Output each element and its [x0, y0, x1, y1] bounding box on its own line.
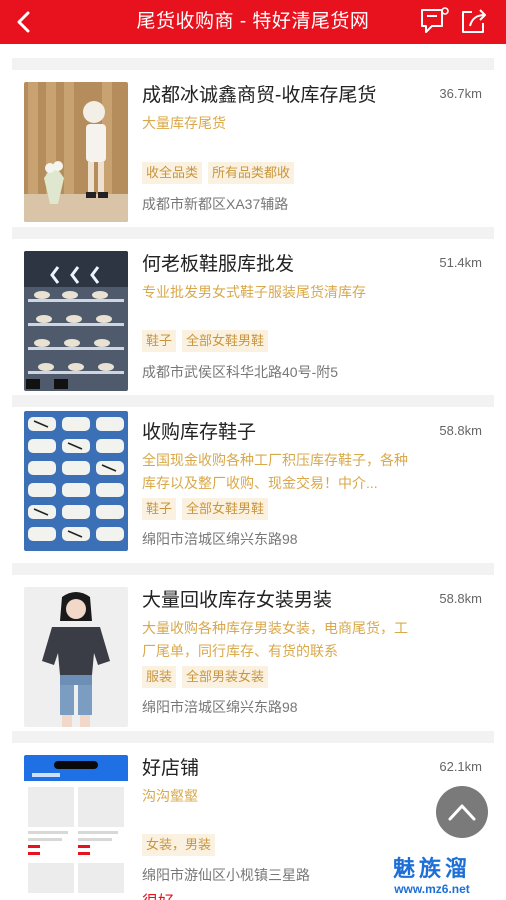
listing-name: 好店铺 [142, 758, 200, 779]
listing-tags: 鞋子 全部女鞋男鞋 [142, 330, 269, 352]
listing-tag: 鞋子 [142, 330, 177, 352]
listing-description: 大量库存尾货 [142, 115, 226, 131]
listing-distance: 58.8km [439, 591, 482, 606]
list-item[interactable]: 成都冰诚鑫商贸-收库存尾货 36.7km 大量库存尾货 收全品类 所有品类都收 … [12, 70, 494, 227]
list-divider [12, 58, 494, 70]
listing-address: 绵阳市涪城区绵兴东路98 [142, 699, 298, 715]
listing-description: 专业批发男女式鞋子服装尾货清库存 [142, 284, 366, 300]
listing-tag: 全部女鞋男鞋 [182, 498, 269, 520]
listing-description: 沟沟壑壑 [142, 788, 198, 804]
listing-tag: 服装 [142, 666, 177, 688]
watermark: 魅族溜 www.mz6.net [372, 856, 492, 896]
list-divider [12, 227, 494, 239]
share-button[interactable] [458, 6, 490, 36]
listing-tag: 女装，男装 [142, 834, 216, 856]
list-item[interactable]: 大量回收库存女装男装 58.8km 大量收购各种库存男装女装，电商尾货，工厂尾单… [12, 575, 494, 731]
share-icon [462, 9, 486, 33]
listing-name: 何老板鞋服库批发 [142, 254, 295, 275]
listing-description: 全国现金收购各种工厂积压库存鞋子，各种库存以及整厂收购、现金交易！中介... [142, 452, 408, 491]
listing-tag: 鞋子 [142, 498, 177, 520]
listing-thumbnail [24, 251, 128, 391]
listing-distance: 62.1km [439, 759, 482, 774]
listing-description: 大量收购各种库存男装女装，电商尾货，工厂尾单，同行库存、有货的联系 [142, 620, 408, 659]
list-divider [12, 563, 494, 575]
listing-address: 成都市武侯区科华北路40号-附5 [142, 364, 339, 380]
listing-thumbnail [24, 587, 128, 727]
partial-listing-text: 很好 [142, 888, 174, 900]
list-divider [12, 395, 494, 407]
listing-tags: 收全品类 所有品类都收 [142, 162, 295, 184]
listing-thumbnail [24, 82, 128, 222]
top-bar: 尾货收购商 - 特好清尾货网 [0, 0, 506, 44]
listing-tags: 服装 全部男装女装 [142, 666, 269, 688]
watermark-text: 魅族溜 [392, 856, 471, 881]
listing-tag: 全部女鞋男鞋 [182, 330, 269, 352]
listing-tag: 全部男装女装 [182, 666, 269, 688]
listing-tag: 收全品类 [142, 162, 203, 184]
list-item[interactable]: 收购库存鞋子 58.8km 全国现金收购各种工厂积压库存鞋子，各种库存以及整厂收… [12, 407, 494, 563]
list-item[interactable]: 何老板鞋服库批发 51.4km 专业批发男女式鞋子服装尾货清库存 鞋子 全部女鞋… [12, 239, 494, 395]
list-divider [12, 731, 494, 743]
chevron-up-icon [448, 804, 476, 821]
scroll-to-top-button[interactable] [436, 786, 488, 838]
listing-tag: 所有品类都收 [208, 162, 295, 184]
listing-address: 成都市新都区XA37辅路 [142, 196, 289, 212]
listing-distance: 58.8km [439, 423, 482, 438]
listing-thumbnail [24, 411, 128, 551]
watermark-url: www.mz6.net [394, 882, 470, 896]
listing-distance: 36.7km [439, 86, 482, 101]
listing-thumbnail [24, 755, 128, 895]
message-button[interactable] [418, 6, 450, 36]
listing-name: 成都冰诚鑫商贸-收库存尾货 [142, 85, 377, 106]
listing-tags: 鞋子 全部女鞋男鞋 [142, 498, 269, 520]
listing-name: 收购库存鞋子 [142, 422, 257, 443]
listing-address: 绵阳市涪城区绵兴东路98 [142, 531, 298, 547]
listing-tags: 女装，男装 [142, 834, 216, 856]
listing-name: 大量回收库存女装男装 [142, 590, 333, 611]
listing-address: 绵阳市游仙区小枧镇三星路 [142, 867, 310, 883]
message-icon [421, 7, 449, 33]
listing-distance: 51.4km [439, 255, 482, 270]
